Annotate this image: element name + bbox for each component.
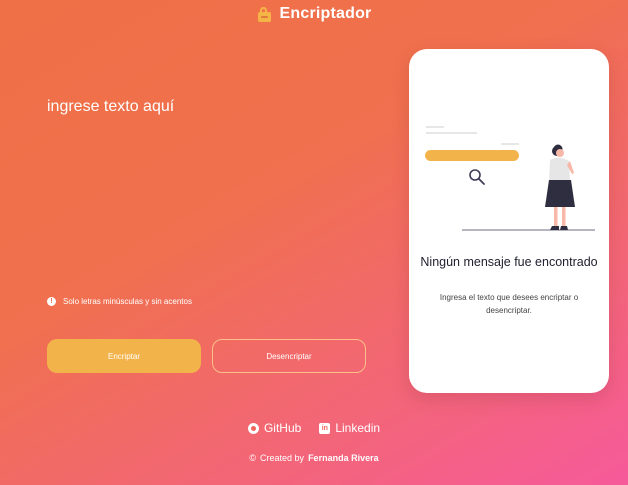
output-empty-description: Ingresa el texto que desees encriptar o …: [439, 293, 579, 315]
credit-prefix: Created by: [260, 453, 305, 463]
linkedin-link[interactable]: in Linkedin: [319, 421, 380, 435]
output-empty-title: Ningún mensaje fue encontrado: [420, 255, 598, 269]
credit-author: Fernanda Rivera: [308, 453, 379, 463]
github-icon: [247, 422, 259, 434]
empty-state-illustration: [425, 126, 595, 231]
lock-icon: [257, 6, 272, 22]
copyright-symbol: ©: [249, 453, 257, 463]
encrypt-button[interactable]: Encriptar: [47, 339, 201, 373]
decrypt-button[interactable]: Desencriptar: [212, 339, 366, 373]
github-label: GitHub: [263, 421, 302, 435]
linkedin-label: Linkedin: [335, 421, 381, 435]
info-icon: !: [47, 297, 56, 306]
footer-credit: © Created by Fernanda Rivera: [0, 453, 628, 463]
app-title: Encriptador: [279, 5, 372, 22]
input-hint: ! Solo letras minúsculas y sin acentos: [47, 297, 192, 306]
github-link[interactable]: GitHub: [247, 421, 302, 435]
hint-text: Solo letras minúsculas y sin acentos: [63, 297, 192, 306]
linkedin-icon: in: [319, 422, 331, 434]
text-input[interactable]: [47, 98, 367, 278]
footer-links: GitHub in Linkedin: [0, 421, 628, 435]
app-header: Encriptador: [0, 4, 628, 24]
output-card: Ningún mensaje fue encontrado Ingresa el…: [409, 49, 609, 393]
